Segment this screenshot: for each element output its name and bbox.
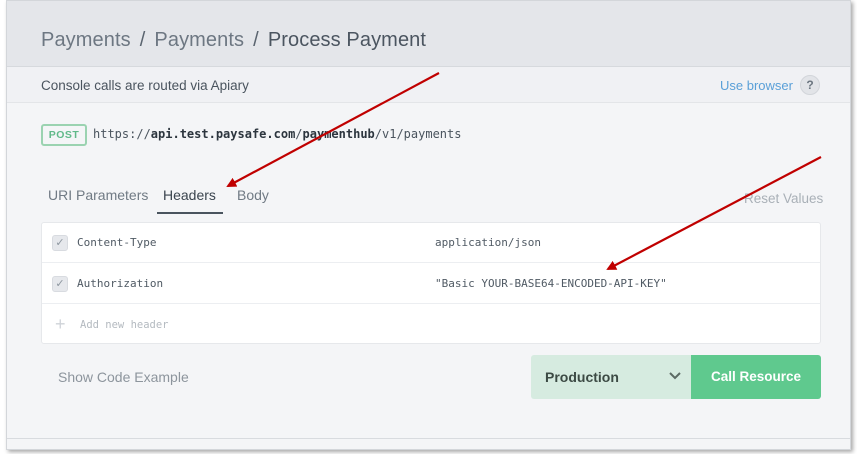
plus-icon[interactable]: +	[55, 314, 66, 335]
tab-body[interactable]: Body	[237, 187, 269, 203]
show-code-example-button[interactable]: Show Code Example	[58, 369, 189, 385]
help-circle-icon[interactable]: ?	[800, 75, 820, 95]
request-url: https://api.test.paysafe.com/paymenthub/…	[93, 127, 461, 141]
divider	[7, 438, 850, 439]
header-row: ✓ Content-Type application/json	[42, 223, 820, 263]
chevron-down-icon	[669, 372, 681, 380]
reset-values-button[interactable]: Reset Values	[744, 191, 823, 206]
breadcrumb-item-1[interactable]: Payments	[41, 29, 131, 51]
url-path-rest: /v1/payments	[374, 127, 462, 141]
header-value[interactable]: application/json	[435, 236, 541, 249]
url-path-segment: paymenthub	[302, 127, 375, 141]
page-header: Payments / Payments / Process Payment	[7, 1, 850, 67]
tab-uri-parameters[interactable]: URI Parameters	[48, 187, 148, 203]
environment-selected-value: Production	[545, 369, 619, 385]
check-icon[interactable]: ✓	[52, 235, 68, 251]
header-key[interactable]: Content-Type	[77, 236, 156, 249]
http-method-badge: POST	[41, 124, 87, 146]
breadcrumb-separator: /	[139, 29, 146, 51]
url-prefix: https://	[93, 127, 151, 141]
url-host: api.test.paysafe.com	[150, 127, 296, 141]
routing-notice-bar: Console calls are routed via Apiary Use …	[7, 67, 850, 103]
console-panel: Payments / Payments / Process Payment Consol…	[6, 0, 851, 450]
add-header-input[interactable]: Add new header	[80, 319, 169, 331]
check-icon[interactable]: ✓	[52, 276, 68, 292]
active-tab-indicator	[157, 212, 223, 214]
add-header-row[interactable]: + Add new header	[42, 305, 820, 345]
headers-table: ✓ Content-Type application/json ✓ Author…	[41, 222, 821, 344]
breadcrumb-separator: /	[253, 29, 259, 51]
breadcrumb: Payments / Payments / Process Payment	[41, 29, 426, 52]
call-resource-button[interactable]: Call Resource	[691, 355, 821, 399]
tab-headers[interactable]: Headers	[163, 187, 216, 203]
header-row: ✓ Authorization "Basic YOUR-BASE64-ENCOD…	[42, 264, 820, 304]
environment-select[interactable]: Production	[531, 355, 691, 399]
header-key[interactable]: Authorization	[77, 277, 163, 290]
use-browser-link[interactable]: Use browser	[720, 78, 793, 93]
url-separator: /	[295, 127, 303, 141]
routing-notice-text: Console calls are routed via Apiary	[41, 78, 249, 93]
breadcrumb-current: Process Payment	[267, 29, 427, 51]
breadcrumb-item-2[interactable]: Payments	[154, 29, 244, 51]
header-value[interactable]: "Basic YOUR-BASE64-ENCODED-API-KEY"	[435, 277, 667, 290]
